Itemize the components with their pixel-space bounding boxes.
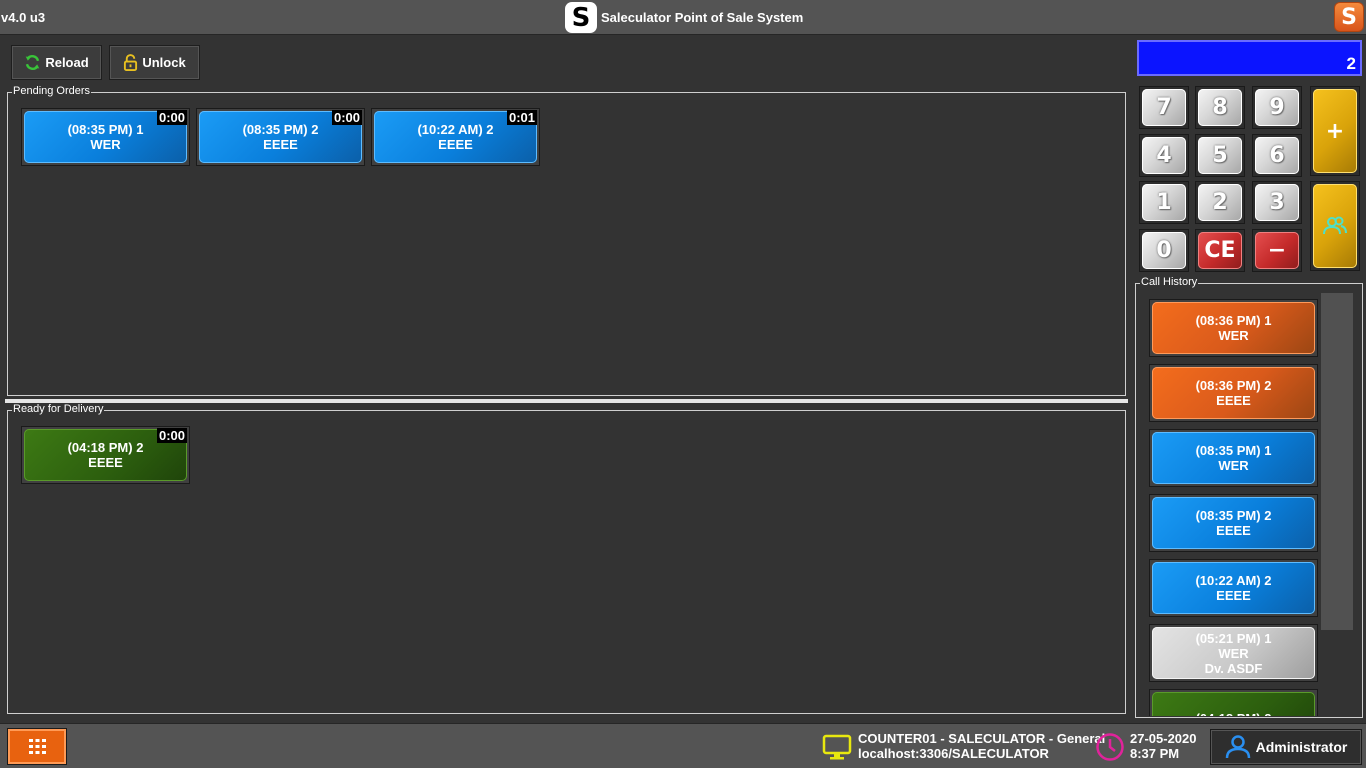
app-title: Saleculator Point of Sale System <box>601 10 804 25</box>
current-time: 8:37 PM <box>1130 746 1180 761</box>
grid-icon <box>28 739 46 754</box>
plus-button[interactable]: + <box>1310 86 1360 176</box>
key-3[interactable]: 3 <box>1252 181 1302 224</box>
database-connection: localhost:3306/SALECULATOR <box>858 746 1049 761</box>
unlock-button[interactable]: Unlock <box>109 45 200 80</box>
order-line2: EEEE <box>1216 588 1251 603</box>
key-label: 4 <box>1142 137 1186 174</box>
unlock-icon <box>124 54 138 71</box>
key-label: 8 <box>1198 89 1242 126</box>
call-history-item[interactable]: (04:18 PM) 2 <box>1149 689 1318 716</box>
current-date: 27-05-2020 <box>1130 731 1197 746</box>
key-label: 3 <box>1255 184 1299 221</box>
call-history-item[interactable]: (08:35 PM) 2 EEEE <box>1149 494 1318 552</box>
key-label: 6 <box>1255 137 1299 174</box>
order-line1: (10:22 AM) 2 <box>1195 573 1272 588</box>
key-5[interactable]: 5 <box>1195 134 1245 177</box>
key-4[interactable]: 4 <box>1139 134 1189 177</box>
order-timer: 0:01 <box>506 110 537 125</box>
key-9[interactable]: 9 <box>1252 86 1302 129</box>
key-2[interactable]: 2 <box>1195 181 1245 224</box>
terminal-name: COUNTER01 - SALECULATOR - General <box>858 731 1106 746</box>
order-line2: WER <box>1218 328 1249 343</box>
key-label: 5 <box>1198 137 1242 174</box>
date-time: 27-05-2020 8:37 PM <box>1130 731 1197 761</box>
monitor-icon <box>822 734 852 760</box>
pending-orders-title: Pending Orders <box>12 85 92 97</box>
minus-button[interactable]: − <box>1252 229 1302 272</box>
order-line1: (08:35 PM) 1 <box>67 122 144 137</box>
key-label: CE <box>1198 232 1242 269</box>
reload-label: Reload <box>45 55 89 70</box>
order-line3: Dv. ASDF <box>1204 660 1263 676</box>
unlock-label: Unlock <box>142 55 186 70</box>
pending-order-card[interactable]: (08:35 PM) 1 WER 0:00 <box>21 108 190 166</box>
terminal-info: COUNTER01 - SALECULATOR - General localh… <box>858 731 1105 761</box>
call-history-item[interactable]: (08:36 PM) 1 WER <box>1149 299 1318 357</box>
key-label: 1 <box>1142 184 1186 221</box>
call-history-scrollbar[interactable] <box>1320 293 1354 713</box>
order-line2: EEEE <box>1216 523 1251 538</box>
user-name: Administrator <box>1255 739 1348 755</box>
order-line1: (04:18 PM) 2 <box>1196 711 1272 717</box>
app-version: v4.0 u3 <box>1 10 46 25</box>
apps-menu-button[interactable] <box>8 729 66 764</box>
reload-button[interactable]: Reload <box>11 45 102 80</box>
user-icon <box>1225 735 1250 759</box>
order-timer: 0:00 <box>331 110 362 125</box>
call-history-item[interactable]: (05:21 PM) 1 WER Dv. ASDF <box>1149 624 1318 682</box>
call-history-title: Call History <box>1140 276 1199 288</box>
key-0[interactable]: 0 <box>1139 229 1189 272</box>
key-label: 0 <box>1142 232 1186 269</box>
key-label: 7 <box>1142 89 1186 126</box>
key-label: − <box>1255 232 1299 269</box>
refresh-icon <box>26 55 40 70</box>
key-7[interactable]: 7 <box>1139 86 1189 129</box>
pending-order-card[interactable]: (10:22 AM) 2 EEEE 0:01 <box>371 108 540 166</box>
key-1[interactable]: 1 <box>1139 181 1189 224</box>
key-label: 9 <box>1255 89 1299 126</box>
order-line1: (08:36 PM) 2 <box>1195 378 1272 393</box>
brand-logo-icon[interactable]: S <box>1334 2 1364 32</box>
order-line2: EEEE <box>438 137 473 152</box>
order-line1: (08:35 PM) 2 <box>1195 508 1272 523</box>
call-history-item[interactable]: (08:35 PM) 1 WER <box>1149 429 1318 487</box>
order-timer: 0:00 <box>156 110 187 125</box>
key-6[interactable]: 6 <box>1252 134 1302 177</box>
order-line1: (08:36 PM) 1 <box>1195 313 1272 328</box>
key-label: 2 <box>1198 184 1242 221</box>
call-customer-button[interactable] <box>1310 181 1360 271</box>
order-line1: (08:35 PM) 1 <box>1195 443 1272 458</box>
order-line1: (05:21 PM) 1 <box>1195 630 1272 646</box>
pending-order-card[interactable]: (08:35 PM) 2 EEEE 0:00 <box>196 108 365 166</box>
clear-entry-button[interactable]: CE <box>1195 229 1245 272</box>
order-line1: (08:35 PM) 2 <box>242 122 319 137</box>
key-8[interactable]: 8 <box>1195 86 1245 129</box>
user-button[interactable]: Administrator <box>1210 729 1362 765</box>
call-history-item[interactable]: (08:36 PM) 2 EEEE <box>1149 364 1318 422</box>
keypad-display[interactable]: 2 <box>1137 40 1362 76</box>
plus-label: + <box>1313 89 1357 173</box>
order-line2: WER <box>90 137 121 152</box>
call-history-item[interactable]: (10:22 AM) 2 EEEE <box>1149 559 1318 617</box>
order-line2: WER <box>1218 458 1249 473</box>
app-title-group: S Saleculator Point of Sale System <box>565 2 803 33</box>
title-bar: v4.0 u3 S Saleculator Point of Sale Syst… <box>0 0 1366 35</box>
order-line2: EEEE <box>263 137 298 152</box>
app-logo-icon: S <box>565 2 597 33</box>
order-line2: WER <box>1218 645 1249 661</box>
users-icon <box>1323 216 1347 235</box>
order-line2: EEEE <box>1216 393 1251 408</box>
clock-icon <box>1096 733 1124 761</box>
scrollbar-thumb[interactable] <box>1321 293 1353 630</box>
order-line1: (10:22 AM) 2 <box>417 122 494 137</box>
